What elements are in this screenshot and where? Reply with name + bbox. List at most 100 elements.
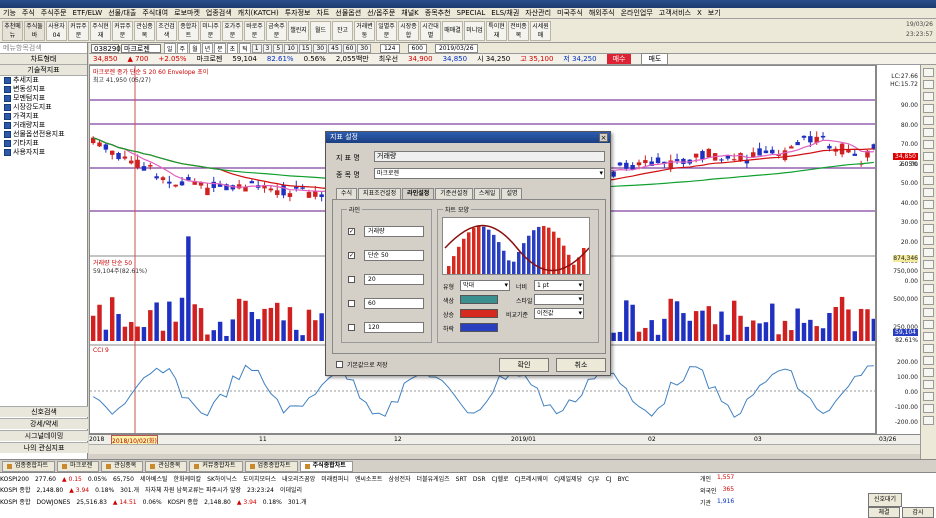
menu-item[interactable]: 로보마켓 xyxy=(174,8,200,18)
line-label-box[interactable]: 거래량 xyxy=(364,226,424,237)
drawing-tool-icon[interactable] xyxy=(923,356,934,365)
indicator-folder[interactable]: 모멘텀지표 xyxy=(0,94,87,103)
toolbar-button[interactable]: 거래변동 xyxy=(354,20,375,41)
drawing-tool-icon[interactable] xyxy=(923,416,934,425)
indicator-folder[interactable]: 변동성지표 xyxy=(0,85,87,94)
menu-item[interactable]: 미국주식 xyxy=(557,8,583,18)
period-button[interactable]: 틱 xyxy=(239,43,251,53)
drawing-tool-icon[interactable] xyxy=(923,260,934,269)
dialog-tab[interactable]: 수식 xyxy=(336,188,358,199)
ticker-item[interactable]: CJ우 xyxy=(588,474,599,485)
toolbar-button[interactable]: 전비종목 xyxy=(508,20,529,41)
drawing-tool-icon[interactable] xyxy=(923,296,934,305)
strength-button[interactable]: 강세/약세 xyxy=(0,418,88,429)
drawing-tool-icon[interactable] xyxy=(923,380,934,389)
ticker-item[interactable]: 한화케미칼 xyxy=(174,474,202,485)
interval-button[interactable]: 10 xyxy=(284,43,298,53)
interval-button[interactable]: 3 xyxy=(262,43,273,53)
menu-item[interactable]: 선/옵주문 xyxy=(367,8,395,18)
type-select[interactable]: 막대 xyxy=(460,280,510,291)
ticker-item[interactable]: 삼성전자 xyxy=(388,474,410,485)
save-default-checkbox[interactable] xyxy=(336,361,343,368)
toolbar-button[interactable]: 시세원매 xyxy=(530,20,551,41)
signal-timing-button[interactable]: 시그널데이밍 xyxy=(0,430,88,441)
menu-search-input[interactable]: 메뉴항목검색 xyxy=(0,43,87,54)
window-tab[interactable]: 주식종합차트 xyxy=(299,460,353,472)
line-label-box[interactable]: 60 xyxy=(364,298,424,309)
ticker-item[interactable]: CJ프레시웨이 xyxy=(515,474,549,485)
drawing-tool-icon[interactable] xyxy=(923,80,934,89)
signal-wait-button[interactable]: 신호대기 xyxy=(868,493,902,507)
indicator-folder[interactable]: 사용자지표 xyxy=(0,148,87,157)
drawing-tool-icon[interactable] xyxy=(923,128,934,137)
ticker-item[interactable]: SK하이닉스 xyxy=(207,474,237,485)
menu-item[interactable]: 보기 xyxy=(708,8,721,18)
window-tab[interactable]: 마크로젠 xyxy=(57,460,100,472)
toolbar-button[interactable]: 미니업 xyxy=(464,20,485,41)
toolbar-button[interactable]: 미니주문 xyxy=(200,20,221,41)
drawing-tool-icon[interactable] xyxy=(923,392,934,401)
toolbar-button[interactable]: 잔고 xyxy=(332,20,353,41)
ok-button[interactable]: 확인 xyxy=(499,358,549,372)
watch-button[interactable]: 감시 xyxy=(902,507,934,518)
ticker-item[interactable]: 세아베스틸 xyxy=(140,474,168,485)
menu-item[interactable]: 온라인업무 xyxy=(621,8,653,18)
toolbar-button[interactable]: 커뮤주문 xyxy=(68,20,89,41)
stock-name-field[interactable]: 마크로젠 xyxy=(121,43,161,53)
interval-button[interactable]: 30 xyxy=(357,43,372,53)
ticker-item[interactable]: DSR xyxy=(473,474,486,485)
ticker-item[interactable]: BYC xyxy=(618,474,629,485)
toolbar-button[interactable]: 종합차트 xyxy=(178,20,199,41)
menu-item[interactable]: 주식주문 xyxy=(41,8,67,18)
menu-item[interactable]: ELS/채권 xyxy=(491,8,519,18)
drawing-tool-icon[interactable] xyxy=(923,200,934,209)
ticker-item[interactable]: 더블유게임즈 xyxy=(417,474,450,485)
line-checkbox[interactable] xyxy=(348,300,355,307)
period-button[interactable]: 주 xyxy=(176,43,189,53)
ticker-item[interactable]: SRT xyxy=(456,474,467,485)
drawing-tool-icon[interactable] xyxy=(923,368,934,377)
window-tab[interactable]: 업종종합차트 xyxy=(244,460,298,472)
interval-button[interactable]: 15 xyxy=(298,43,313,53)
drawing-tool-icon[interactable] xyxy=(923,344,934,353)
toolbar-button[interactable]: 호가주문 xyxy=(222,20,243,41)
drawing-tool-icon[interactable] xyxy=(923,140,934,149)
ticker-item[interactable]: CJ xyxy=(606,474,612,485)
interval-button[interactable]: 60 xyxy=(342,43,357,53)
ticker-item[interactable]: 도이치모터스 xyxy=(243,474,276,485)
period-button[interactable]: 초 xyxy=(226,43,239,53)
menu-item[interactable]: 고객서비스 xyxy=(659,8,691,18)
drawing-tool-icon[interactable] xyxy=(923,248,934,257)
drawing-tool-icon[interactable] xyxy=(923,284,934,293)
indicator-folder[interactable]: 추세지표 xyxy=(0,76,87,85)
menu-item[interactable]: 업종검색 xyxy=(206,8,232,18)
drawing-tool-icon[interactable] xyxy=(923,68,934,77)
menu-item[interactable]: 투자정보 xyxy=(285,8,311,18)
execution-button[interactable]: 체결 xyxy=(868,507,900,518)
line-checkbox[interactable]: ✓ xyxy=(348,228,355,235)
toolbar-button[interactable]: 월드 xyxy=(310,20,331,41)
window-tab[interactable]: 커뮤종합차트 xyxy=(189,460,243,472)
style-select[interactable] xyxy=(534,294,584,305)
period-button[interactable]: 년 xyxy=(201,43,214,53)
line-checkbox[interactable] xyxy=(348,276,355,283)
color-swatch[interactable] xyxy=(460,295,498,304)
drawing-tool-icon[interactable] xyxy=(923,236,934,245)
interval-button[interactable]: 45 xyxy=(328,43,342,53)
dialog-tab[interactable]: 설명 xyxy=(501,188,523,199)
toolbar-button[interactable]: 챌린지 xyxy=(288,20,309,41)
menu-item[interactable]: 해외주식 xyxy=(589,8,615,18)
toolbar-button[interactable]: 시장종합 xyxy=(398,20,419,41)
indicator-folder[interactable]: 가격지표 xyxy=(0,112,87,121)
menu-item[interactable]: 캐치(KATCH) xyxy=(238,8,279,18)
toolbar-button[interactable]: 매매결 xyxy=(442,20,463,41)
window-tab[interactable]: 관심종목 xyxy=(145,460,188,472)
signal-search-button[interactable]: 신호검색 xyxy=(0,406,88,417)
drawing-tool-icon[interactable] xyxy=(923,404,934,413)
menu-item[interactable]: SPECIAL xyxy=(457,9,486,17)
line-checkbox[interactable]: ✓ xyxy=(348,252,355,259)
indicator-folder[interactable]: 시장강도지표 xyxy=(0,103,87,112)
menu-item[interactable]: 자산관리 xyxy=(525,8,551,18)
stock-select[interactable]: 마크로젠 xyxy=(374,168,605,179)
interval-button[interactable]: 1 xyxy=(251,43,262,53)
